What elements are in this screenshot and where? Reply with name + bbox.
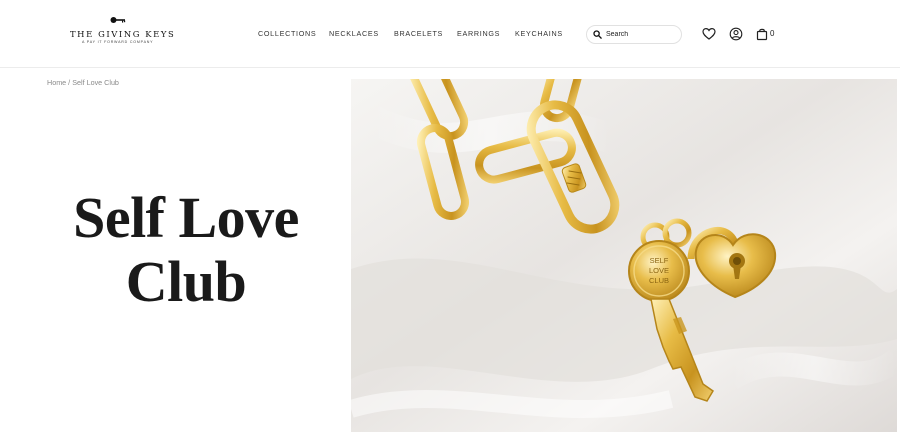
key-engraving-line-3: CLUB <box>649 276 669 285</box>
cart-count: 0 <box>770 29 775 38</box>
breadcrumb-current: Self Love Club <box>72 78 119 87</box>
nav-item-necklaces[interactable]: NECKLACES <box>329 29 379 38</box>
nav-item-collections[interactable]: COLLECTIONS <box>258 29 316 38</box>
user-icon[interactable] <box>729 27 743 41</box>
key-icon <box>110 17 126 23</box>
hero-image: SELF LOVE CLUB <box>351 79 897 432</box>
nav-item-bracelets[interactable]: BRACELETS <box>394 29 443 38</box>
page-title-line-2: Club <box>125 249 247 314</box>
brand-tagline: A PAY IT FORWARD COMPANY <box>82 40 154 44</box>
gold-key-necklace-image: SELF LOVE CLUB <box>351 79 897 432</box>
nav-item-earrings[interactable]: EARRINGS <box>457 29 500 38</box>
search-box[interactable] <box>586 25 682 44</box>
nav-item-keychains[interactable]: KEYCHAINS <box>515 29 563 38</box>
search-input[interactable] <box>606 28 676 41</box>
shopping-bag-icon[interactable] <box>755 27 769 41</box>
brand-title: THE GIVING KEYS <box>70 29 176 39</box>
site-header: THE GIVING KEYS A PAY IT FORWARD COMPANY… <box>0 0 900 68</box>
key-engraving-line-2: LOVE <box>649 266 669 275</box>
page-title-line-1: Self Love <box>73 185 299 250</box>
heart-icon[interactable] <box>702 27 716 41</box>
breadcrumb-home[interactable]: Home <box>47 78 66 87</box>
breadcrumb: Home / Self Love Club <box>47 78 119 87</box>
page-title: Self Love Club <box>40 186 332 314</box>
search-icon[interactable] <box>593 30 602 39</box>
key-engraving-line-1: SELF <box>650 256 669 265</box>
brand-logo[interactable]: THE GIVING KEYS A PAY IT FORWARD COMPANY <box>70 16 174 50</box>
